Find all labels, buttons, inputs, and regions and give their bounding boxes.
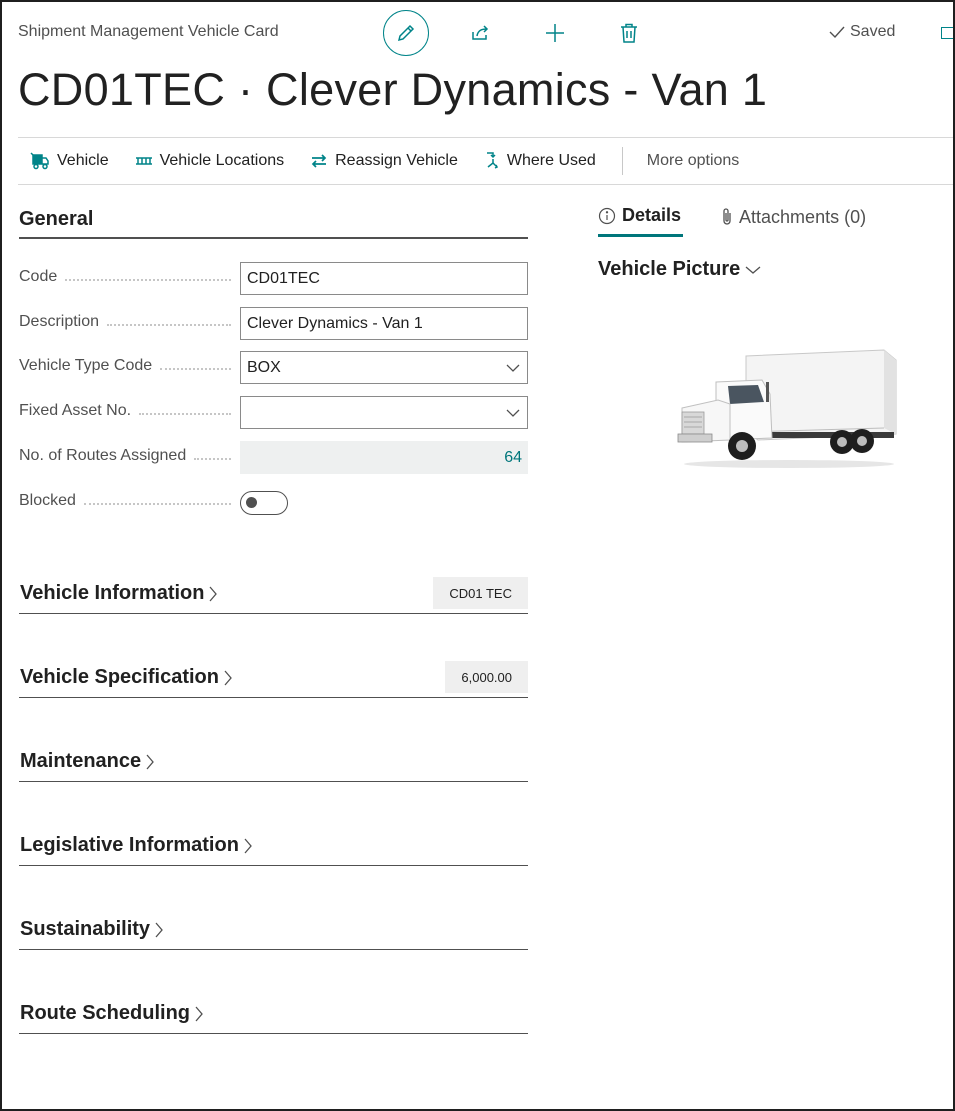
chevron-right-icon <box>224 670 232 685</box>
route-scheduling-title: Route Scheduling <box>20 1002 204 1025</box>
vehicle-information-section[interactable]: Vehicle Information CD01 TEC <box>19 577 528 614</box>
action-separator <box>621 147 623 175</box>
vehicle-picture-title[interactable]: Vehicle Picture <box>598 258 762 281</box>
vehicle-type-code-label: Vehicle Type Code <box>19 357 231 375</box>
share-icon <box>472 25 489 40</box>
reassign-icon <box>311 154 327 168</box>
plus-icon <box>546 24 564 42</box>
fixed-asset-no-label: Fixed Asset No. <box>19 402 231 420</box>
chevron-down-icon <box>506 409 520 417</box>
vehicle-picture[interactable] <box>674 342 904 470</box>
maintenance-section[interactable]: Maintenance <box>19 748 528 782</box>
vehicle-specification-title: Vehicle Specification <box>20 666 233 689</box>
page-title: CD01TEC · Clever Dynamics - Van 1 <box>18 64 768 115</box>
tab-attachments-label: Attachments (0) <box>739 206 867 227</box>
blocked-toggle[interactable] <box>240 491 288 515</box>
where-used-icon <box>486 152 498 169</box>
new-button[interactable] <box>540 18 570 48</box>
vehicle-specification-section[interactable]: Vehicle Specification 6,000.00 <box>19 661 528 698</box>
locations-icon <box>135 157 152 165</box>
legislative-information-title: Legislative Information <box>20 834 253 857</box>
maintenance-title: Maintenance <box>20 750 155 773</box>
pencil-icon <box>397 24 415 42</box>
action-reassign-vehicle-label: Reassign Vehicle <box>335 152 458 169</box>
vehicle-information-summary: CD01 TEC <box>433 577 528 609</box>
chevron-right-icon <box>209 586 218 601</box>
description-input[interactable]: Clever Dynamics - Van 1 <box>240 307 528 340</box>
action-vehicle-locations[interactable]: Vehicle Locations <box>135 152 285 170</box>
info-icon <box>598 207 616 224</box>
blocked-label: Blocked <box>19 492 231 510</box>
paperclip-icon <box>723 208 731 225</box>
route-scheduling-section[interactable]: Route Scheduling <box>19 1000 528 1034</box>
sustainability-title: Sustainability <box>20 918 164 941</box>
fixed-asset-no-select[interactable] <box>240 396 528 429</box>
header-bar: Shipment Management Vehicle Card Saved <box>2 2 953 64</box>
chevron-right-icon <box>146 754 155 769</box>
chevron-right-icon <box>155 922 163 937</box>
saved-label: Saved <box>850 23 896 40</box>
vehicle-specification-summary: 6,000.00 <box>445 661 528 693</box>
more-options-button[interactable]: More options <box>647 152 740 170</box>
checkmark-icon <box>829 26 845 39</box>
description-label: Description <box>19 313 231 331</box>
vehicle-type-code-value: BOX <box>247 358 281 376</box>
action-vehicle[interactable]: Vehicle <box>30 152 109 170</box>
tab-details[interactable]: Details <box>598 197 684 237</box>
routes-assigned-value[interactable]: 64 <box>240 441 528 474</box>
edit-button[interactable] <box>383 10 429 56</box>
chevron-right-icon <box>244 838 252 853</box>
saved-status: Saved <box>828 23 895 41</box>
vehicle-type-code-select[interactable]: BOX <box>240 351 528 384</box>
sustainability-section[interactable]: Sustainability <box>19 916 528 950</box>
blocked-toggle-knob <box>246 497 257 508</box>
general-underline <box>19 237 528 239</box>
chevron-down-icon <box>506 364 520 372</box>
factbox-tabs: Details Attachments (0) <box>598 197 866 239</box>
chevron-down-icon <box>745 266 761 274</box>
tab-details-label: Details <box>622 205 682 225</box>
action-where-used[interactable]: Where Used <box>484 151 596 171</box>
delete-button[interactable] <box>614 18 644 48</box>
chevron-right-icon <box>195 1006 203 1021</box>
vehicle-information-title: Vehicle Information <box>20 582 218 605</box>
action-reassign-vehicle[interactable]: Reassign Vehicle <box>310 152 458 170</box>
action-bar: Vehicle Vehicle Locations Reassign Vehic… <box>18 137 953 185</box>
general-section-title[interactable]: General <box>19 208 93 231</box>
page-caption: Shipment Management Vehicle Card <box>18 23 279 40</box>
action-where-used-label: Where Used <box>506 152 596 169</box>
code-label: Code <box>19 268 231 286</box>
routes-assigned-label: No. of Routes Assigned <box>19 447 231 465</box>
tab-attachments[interactable]: Attachments (0) <box>721 197 866 237</box>
trash-icon <box>621 23 637 43</box>
share-button[interactable] <box>465 18 495 48</box>
page-frame: Shipment Management Vehicle Card Saved C… <box>0 0 955 1111</box>
legislative-information-section[interactable]: Legislative Information <box>19 832 528 866</box>
collapse-icon[interactable] <box>941 27 953 39</box>
action-vehicle-locations-label: Vehicle Locations <box>159 152 285 169</box>
action-vehicle-label: Vehicle <box>57 152 109 169</box>
code-input[interactable]: CD01TEC <box>240 262 528 295</box>
vehicle-icon <box>30 152 49 170</box>
